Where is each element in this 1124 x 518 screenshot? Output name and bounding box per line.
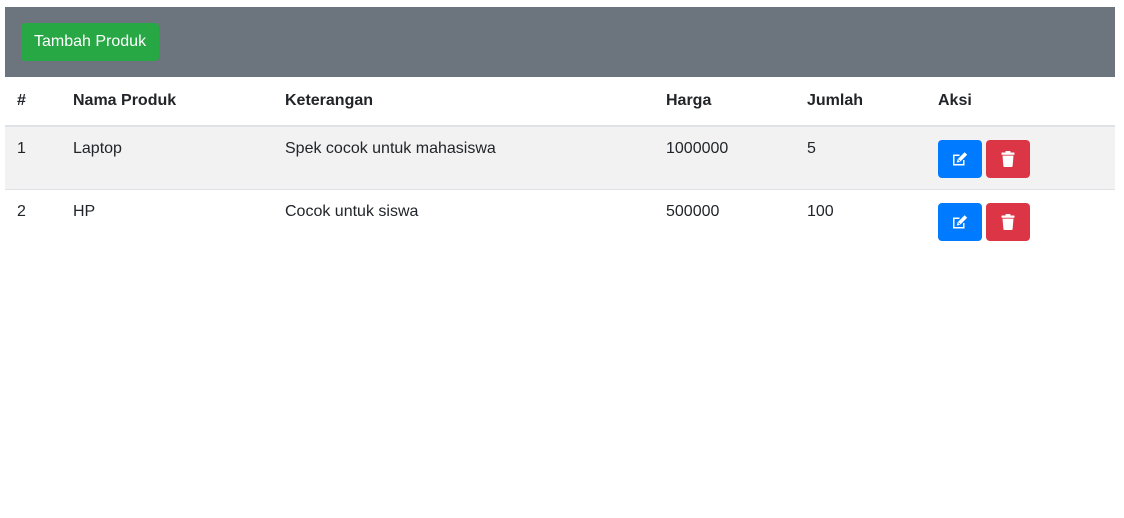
trash-icon xyxy=(1001,151,1015,167)
cell-number: 2 xyxy=(5,188,61,252)
cell-price: 1000000 xyxy=(654,126,795,189)
edit-button[interactable] xyxy=(938,202,982,241)
header-product-name: Nama Produk xyxy=(61,77,273,127)
header-actions: Aksi xyxy=(926,77,1115,127)
toolbar: Tambah Produk xyxy=(5,7,1115,77)
header-description: Keterangan xyxy=(273,77,654,127)
cell-description: Spek cocok untuk mahasiswa xyxy=(273,126,654,189)
table-row: 1 Laptop Spek cocok untuk mahasiswa 1000… xyxy=(5,126,1115,189)
page-container: Tambah Produk # Nama Produk Keterangan H… xyxy=(5,7,1115,252)
header-number: # xyxy=(5,77,61,127)
cell-description: Cocok untuk siswa xyxy=(273,188,654,252)
add-product-button[interactable]: Tambah Produk xyxy=(21,23,160,61)
product-table: # Nama Produk Keterangan Harga Jumlah Ak… xyxy=(5,77,1115,252)
cell-quantity: 5 xyxy=(795,126,926,189)
trash-icon xyxy=(1001,213,1015,230)
table-row: 2 HP Cocok untuk siswa 500000 100 xyxy=(5,188,1115,252)
cell-price: 500000 xyxy=(654,188,795,252)
table-header-row: # Nama Produk Keterangan Harga Jumlah Ak… xyxy=(5,77,1115,127)
header-quantity: Jumlah xyxy=(795,77,926,127)
row-actions xyxy=(938,202,1103,241)
cell-product-name: HP xyxy=(61,188,273,252)
edit-icon xyxy=(951,151,969,167)
delete-button[interactable] xyxy=(986,140,1030,178)
cell-quantity: 100 xyxy=(795,188,926,252)
edit-button[interactable] xyxy=(938,140,982,178)
cell-number: 1 xyxy=(5,126,61,189)
cell-actions xyxy=(926,188,1115,252)
header-price: Harga xyxy=(654,77,795,127)
delete-button[interactable] xyxy=(986,202,1030,241)
row-actions xyxy=(938,140,1103,178)
cell-actions xyxy=(926,126,1115,189)
edit-icon xyxy=(951,214,969,230)
cell-product-name: Laptop xyxy=(61,126,273,189)
